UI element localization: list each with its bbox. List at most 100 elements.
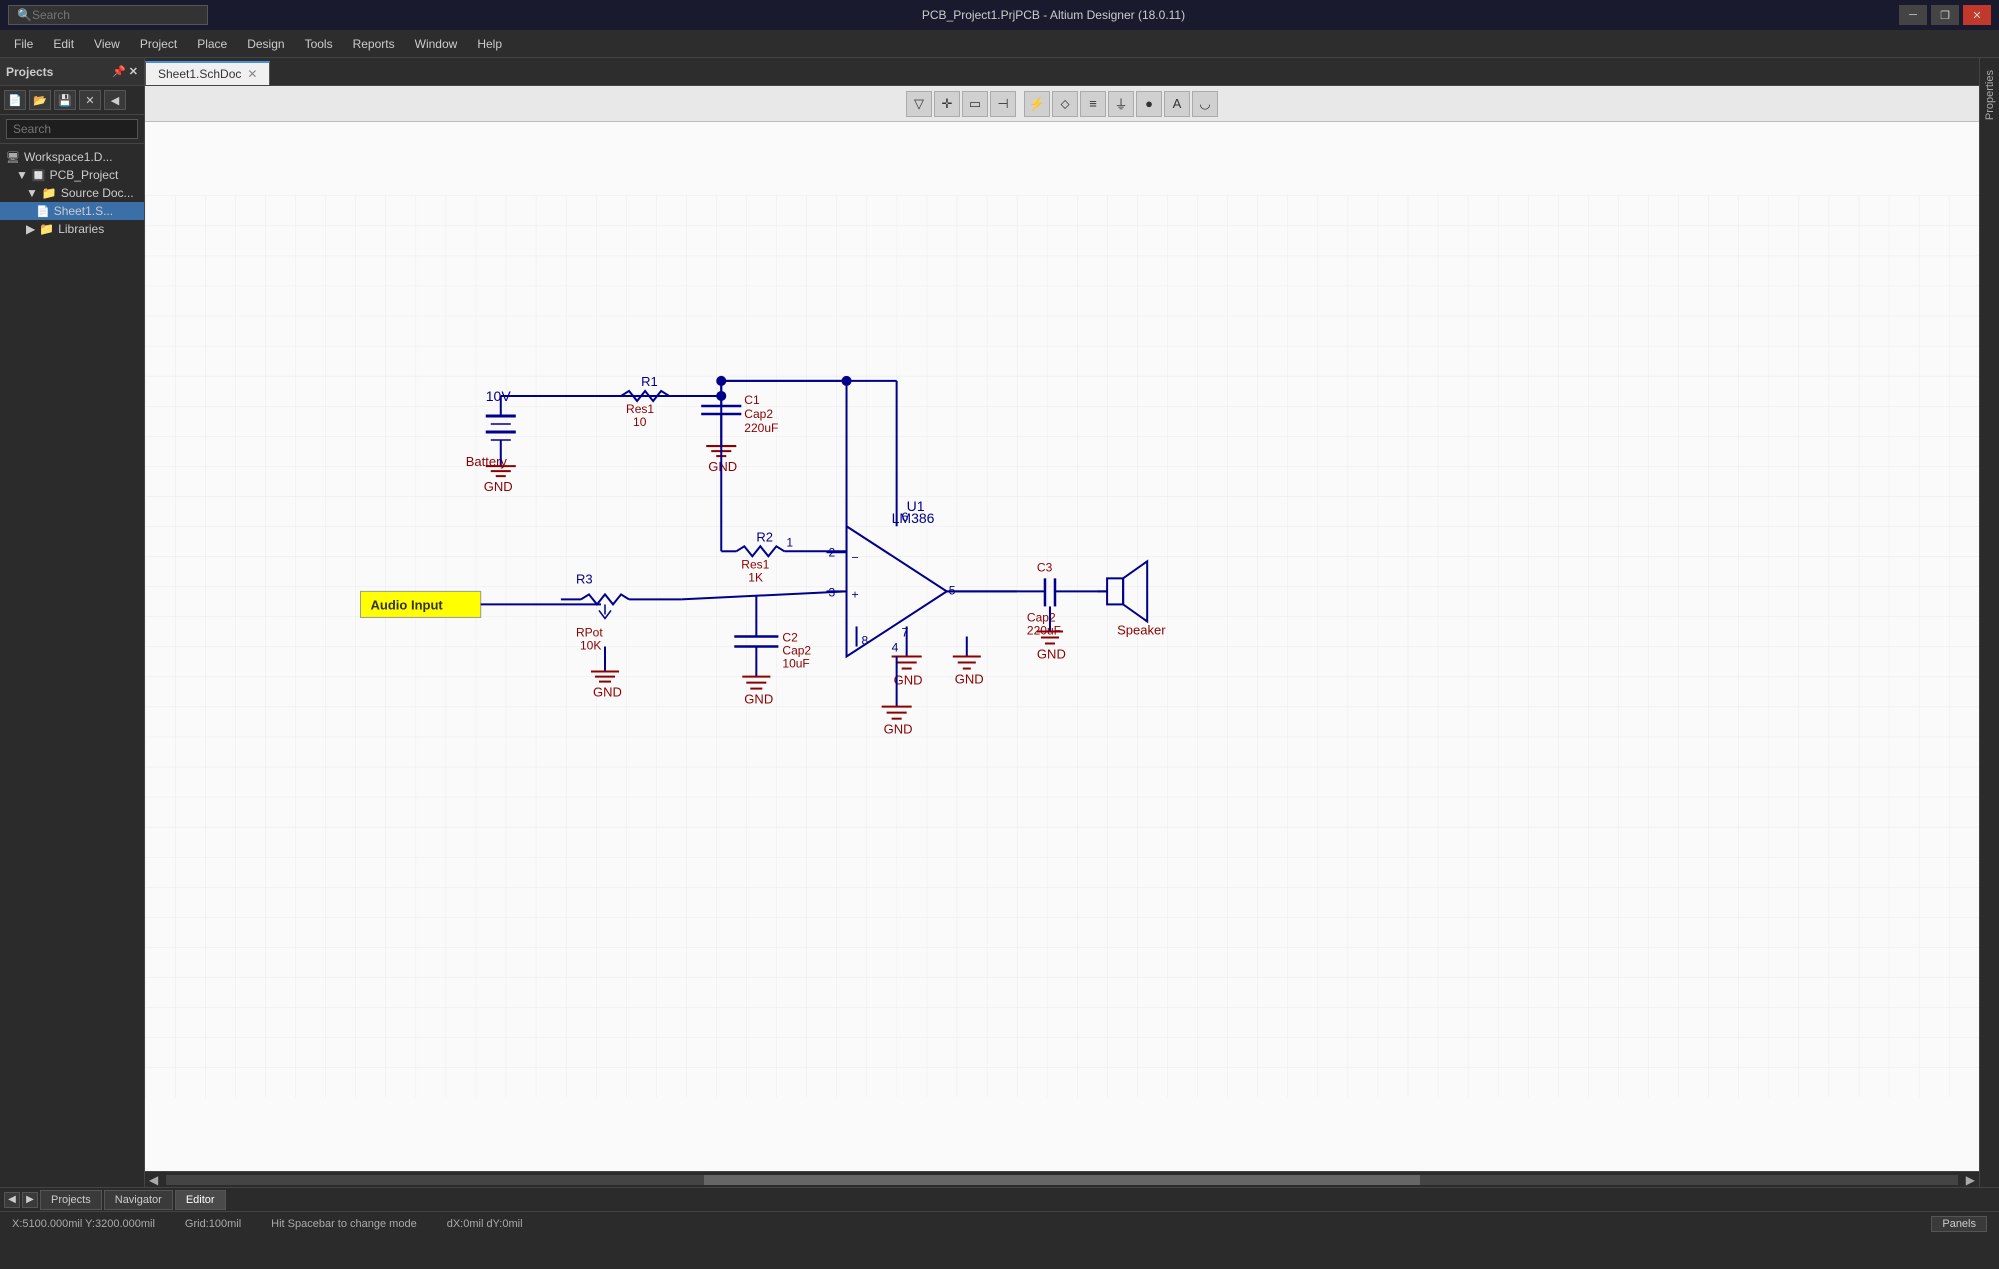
svg-text:C2: C2 <box>782 630 798 644</box>
status-bar: X:5100.000mil Y:3200.000mil Grid:100mil … <box>0 1211 1999 1235</box>
power-tool[interactable]: ⏚ <box>1108 91 1134 117</box>
title-bar-search[interactable]: 🔍 <box>8 5 208 25</box>
close-button[interactable]: ✕ <box>1963 5 1991 25</box>
project-expand-icon: ▼ <box>16 168 28 182</box>
cross-tool[interactable]: ✛ <box>934 91 960 117</box>
bottom-nav-prev[interactable]: ◀ <box>4 1192 20 1208</box>
scroll-left-button[interactable]: ◀ <box>145 1173 162 1187</box>
tab-projects[interactable]: Projects <box>40 1190 102 1210</box>
bus-tool[interactable]: ≡ <box>1080 91 1106 117</box>
svg-text:10: 10 <box>633 415 647 429</box>
svg-text:GND: GND <box>484 479 513 494</box>
menu-tools[interactable]: Tools <box>295 33 343 55</box>
schematic-area: Sheet1.SchDoc ✕ ▽ ✛ ▭ ⊣ ⚡ ⬦ ≡ ⏚ ● A ◡ <box>145 58 1979 1187</box>
tree-workspace[interactable]: 🖥 Workspace1.D... <box>0 148 144 166</box>
filter-tool[interactable]: ▽ <box>906 91 932 117</box>
connect-tool[interactable]: ⊣ <box>990 91 1016 117</box>
hint-text: Hit Spacebar to change mode <box>271 1218 417 1230</box>
sidebar-close-icon[interactable]: ✕ <box>129 65 138 78</box>
minimize-button[interactable]: ─ <box>1899 5 1927 25</box>
tab-bar: Sheet1.SchDoc ✕ <box>145 58 1979 86</box>
svg-text:−: − <box>852 550 859 564</box>
svg-text:Cap2: Cap2 <box>744 407 773 421</box>
right-properties-panel: Properties <box>1979 58 1999 1187</box>
workspace-icon: 🖥 <box>6 151 20 164</box>
menu-view[interactable]: View <box>84 33 130 55</box>
sheet1-tab[interactable]: Sheet1.SchDoc ✕ <box>145 61 270 85</box>
separator1 <box>1018 91 1022 117</box>
svg-text:Speaker: Speaker <box>1117 622 1166 637</box>
svg-text:GND: GND <box>708 459 737 474</box>
sidebar-toolbar: 📄 📂 💾 ✕ ◀ <box>0 86 144 115</box>
component-tool[interactable]: ⚡ <box>1024 91 1050 117</box>
svg-text:LM386: LM386 <box>892 510 935 526</box>
arc-tool[interactable]: ◡ <box>1192 91 1218 117</box>
svg-text:1K: 1K <box>748 570 763 584</box>
svg-text:GND: GND <box>894 673 923 688</box>
svg-text:Res1: Res1 <box>626 402 654 416</box>
menu-file[interactable]: File <box>4 33 43 55</box>
scrollbar-track[interactable] <box>166 1175 1958 1185</box>
text-tool[interactable]: A <box>1164 91 1190 117</box>
junction-tool[interactable]: ● <box>1136 91 1162 117</box>
svg-text:R2: R2 <box>756 529 773 544</box>
menu-help[interactable]: Help <box>467 33 512 55</box>
rect-tool[interactable]: ▭ <box>962 91 988 117</box>
coords-display: X:5100.000mil Y:3200.000mil <box>12 1218 155 1230</box>
svg-text:Res1: Res1 <box>741 557 769 571</box>
menu-design[interactable]: Design <box>237 33 294 55</box>
tab-navigator[interactable]: Navigator <box>104 1190 173 1210</box>
svg-text:GND: GND <box>955 672 984 687</box>
svg-text:C1: C1 <box>744 393 760 407</box>
svg-text:Cap2: Cap2 <box>1027 610 1056 624</box>
close-project-button[interactable]: ✕ <box>79 90 101 110</box>
svg-text:220uF: 220uF <box>744 421 778 435</box>
title-bar: 🔍 PCB_Project1.PrjPCB - Altium Designer … <box>0 0 1999 30</box>
open-button[interactable]: 📂 <box>29 90 51 110</box>
svg-text:10K: 10K <box>580 639 601 653</box>
schematic-canvas[interactable]: 10V Battery GND <box>145 122 1979 1171</box>
properties-label[interactable]: Properties <box>1982 62 1998 128</box>
sheet-file-icon: 📄 <box>36 205 50 218</box>
folder-icon: 📁 <box>42 186 57 200</box>
menu-reports[interactable]: Reports <box>343 33 405 55</box>
save-button[interactable]: 💾 <box>54 90 76 110</box>
panels-button[interactable]: Panels <box>1931 1216 1987 1232</box>
scrollbar-thumb[interactable] <box>704 1175 1421 1185</box>
svg-text:R1: R1 <box>641 374 658 389</box>
svg-text:Audio Input: Audio Input <box>370 597 443 612</box>
tree-project[interactable]: ▼ 🔲 PCB_Project <box>0 166 144 184</box>
restore-button[interactable]: ❐ <box>1931 5 1959 25</box>
menu-project[interactable]: Project <box>130 33 187 55</box>
svg-text:GND: GND <box>593 685 622 700</box>
scroll-right-button[interactable]: ▶ <box>1962 1173 1979 1187</box>
tree-sheet1[interactable]: 📄 Sheet1.S... <box>0 202 144 220</box>
tab-editor[interactable]: Editor <box>175 1190 226 1210</box>
title-search-input[interactable] <box>32 8 192 22</box>
new-file-button[interactable]: 📄 <box>4 90 26 110</box>
delta-display: dX:0mil dY:0mil <box>447 1218 523 1230</box>
sidebar-config-button[interactable]: ◀ <box>104 90 126 110</box>
wire-tool[interactable]: ⬦ <box>1052 91 1078 117</box>
schematic-toolbar: ▽ ✛ ▭ ⊣ ⚡ ⬦ ≡ ⏚ ● A ◡ <box>145 86 1979 122</box>
svg-text:1: 1 <box>786 535 793 549</box>
svg-text:4: 4 <box>892 641 899 655</box>
source-docs-expand-icon: ▼ <box>26 186 38 200</box>
sidebar-search-input[interactable] <box>6 119 138 139</box>
tree-libraries[interactable]: ▶ 📁 Libraries <box>0 220 144 238</box>
horizontal-scrollbar[interactable]: ◀ ▶ <box>145 1171 1979 1187</box>
sidebar-pin-icon[interactable]: 📌 <box>112 65 126 78</box>
svg-text:GND: GND <box>744 692 773 707</box>
tree-source-docs[interactable]: ▼ 📁 Source Doc... <box>0 184 144 202</box>
svg-text:C3: C3 <box>1037 560 1053 574</box>
grid-display: Grid:100mil <box>185 1218 241 1230</box>
project-icon: 🔲 <box>32 169 46 182</box>
menu-edit[interactable]: Edit <box>43 33 84 55</box>
sheet1-tab-modified: ✕ <box>247 67 257 81</box>
menu-place[interactable]: Place <box>187 33 237 55</box>
menu-window[interactable]: Window <box>405 33 468 55</box>
bottom-nav-next[interactable]: ▶ <box>22 1192 38 1208</box>
projects-label: Projects <box>6 65 53 79</box>
project-tree: 🖥 Workspace1.D... ▼ 🔲 PCB_Project ▼ 📁 So… <box>0 144 144 1187</box>
svg-text:10uF: 10uF <box>782 657 809 671</box>
